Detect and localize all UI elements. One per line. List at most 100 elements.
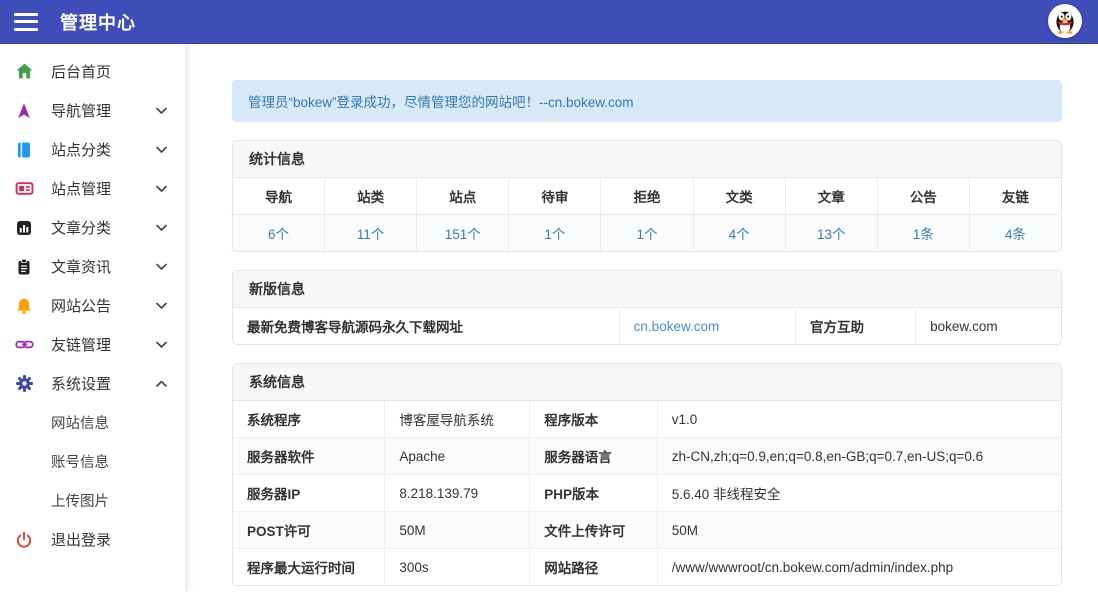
sidebar-item-label: 站点分类 <box>51 139 111 160</box>
site-path-value: /www/wwwroot/cn.bokew.com/admin/index.ph… <box>658 549 1061 585</box>
user-avatar[interactable] <box>1048 4 1082 38</box>
download-url-link[interactable]: cn.bokew.com <box>634 319 720 334</box>
server-language-label: 服务器语言 <box>530 438 658 474</box>
sidebar-item-site-manage[interactable]: 站点管理 <box>0 169 185 208</box>
statistics-value-row: 6个 11个 151个 1个 1个 4个 13个 1条 4条 <box>233 215 1061 251</box>
sidebar-item-label: 系统设置 <box>51 373 111 394</box>
table-row: 服务器软件 Apache 服务器语言 zh-CN,zh;q=0.9,en;q=0… <box>233 438 1061 475</box>
sidebar-item-site-category[interactable]: 站点分类 <box>0 130 185 169</box>
site-path-label: 网站路径 <box>530 549 658 585</box>
sidebar-subitem-label: 账号信息 <box>51 451 109 472</box>
server-language-value: zh-CN,zh;q=0.9,en;q=0.8,en-GB;q=0.7,en-U… <box>658 438 1061 474</box>
sidebar-item-label: 导航管理 <box>51 100 111 121</box>
stat-header: 导航 <box>233 178 325 215</box>
stat-value-site-class[interactable]: 11个 <box>325 215 417 251</box>
sidebar-item-label: 友链管理 <box>51 334 111 355</box>
max-runtime-value: 300s <box>385 549 530 585</box>
qq-penguin-icon <box>1050 6 1080 36</box>
program-version-label: 程序版本 <box>530 401 658 437</box>
php-version-value: 5.6.40 非线程安全 <box>658 475 1061 511</box>
official-help-label: 官方互助 <box>796 308 916 344</box>
stat-value-article-class[interactable]: 4个 <box>694 215 786 251</box>
statistics-card: 统计信息 导航 站类 站点 待审 拒绝 文类 文章 公告 友链 6个 11个 1… <box>232 140 1062 252</box>
chevron-up-icon <box>156 380 167 387</box>
stat-value-rejected[interactable]: 1个 <box>601 215 693 251</box>
sidebar-item-article-category[interactable]: 文章分类 <box>0 208 185 247</box>
sidebar-item-label: 站点管理 <box>51 178 111 199</box>
app-title: 管理中心 <box>60 9 136 35</box>
server-ip-label: 服务器IP <box>233 475 385 511</box>
stat-value-sites[interactable]: 151个 <box>417 215 509 251</box>
stat-header: 文类 <box>694 178 786 215</box>
clipboard-icon <box>14 257 34 277</box>
sidebar-item-label: 文章资讯 <box>51 256 111 277</box>
topbar: 管理中心 <box>0 0 1098 44</box>
table-row: 系统程序 博客屋导航系统 程序版本 v1.0 <box>233 401 1061 438</box>
stat-header: 站点 <box>417 178 509 215</box>
main-content: 管理员“bokew”登录成功，尽情管理您的网站吧！--cn.bokew.com … <box>185 0 1098 592</box>
stat-header: 拒绝 <box>601 178 693 215</box>
chevron-down-icon <box>156 224 167 231</box>
download-url-cell: cn.bokew.com <box>620 308 796 344</box>
login-success-alert: 管理员“bokew”登录成功，尽情管理您的网站吧！--cn.bokew.com <box>232 80 1062 122</box>
sidebar-item-logout[interactable]: 退出登录 <box>0 520 185 559</box>
post-limit-label: POST许可 <box>233 512 385 548</box>
post-limit-value: 50M <box>385 512 530 548</box>
table-row: 服务器IP 8.218.139.79 PHP版本 5.6.40 非线程安全 <box>233 475 1061 512</box>
chevron-down-icon <box>156 185 167 192</box>
version-card-title: 新版信息 <box>233 271 1061 308</box>
server-software-value: Apache <box>385 438 530 474</box>
stat-value-announcements[interactable]: 1条 <box>878 215 970 251</box>
server-software-label: 服务器软件 <box>233 438 385 474</box>
sidebar-subitem-upload-image[interactable]: 上传图片 <box>0 481 185 520</box>
server-ip-value: 8.218.139.79 <box>385 475 530 511</box>
system-program-label: 系统程序 <box>233 401 385 437</box>
sidebar-item-label: 文章分类 <box>51 217 111 238</box>
sidebar: 后台首页 导航管理 站点分类 站点管理 文章分类 <box>0 44 185 592</box>
stat-header: 友链 <box>970 178 1061 215</box>
sidebar-subitem-label: 网站信息 <box>51 412 109 433</box>
system-program-value: 博客屋导航系统 <box>385 401 530 437</box>
sidebar-item-friend-links[interactable]: 友链管理 <box>0 325 185 364</box>
chevron-down-icon <box>156 341 167 348</box>
upload-limit-value: 50M <box>658 512 1061 548</box>
statistics-header-row: 导航 站类 站点 待审 拒绝 文类 文章 公告 友链 <box>233 178 1061 215</box>
chevron-down-icon <box>156 146 167 153</box>
version-info-card: 新版信息 最新免费博客导航源码永久下载网址 cn.bokew.com 官方互助 … <box>232 270 1062 345</box>
stat-value-nav[interactable]: 6个 <box>233 215 325 251</box>
sidebar-item-label: 退出登录 <box>51 529 111 550</box>
link-chain-icon <box>14 335 34 355</box>
system-card-title: 系统信息 <box>233 364 1061 401</box>
bar-chart-icon <box>14 218 34 238</box>
chevron-down-icon <box>156 107 167 114</box>
home-icon <box>14 62 34 82</box>
sidebar-item-nav-manage[interactable]: 导航管理 <box>0 91 185 130</box>
stat-value-pending[interactable]: 1个 <box>509 215 601 251</box>
gear-icon <box>14 374 34 394</box>
power-icon <box>14 530 34 550</box>
system-info-card: 系统信息 系统程序 博客屋导航系统 程序版本 v1.0 服务器软件 Apache… <box>232 363 1062 586</box>
sidebar-item-article-news[interactable]: 文章资讯 <box>0 247 185 286</box>
book-icon <box>14 140 34 160</box>
sidebar-item-announcement[interactable]: 网站公告 <box>0 286 185 325</box>
card-list-icon <box>14 179 34 199</box>
sidebar-item-system-settings[interactable]: 系统设置 <box>0 364 185 403</box>
sidebar-subitem-site-info[interactable]: 网站信息 <box>0 403 185 442</box>
stat-header: 待审 <box>509 178 601 215</box>
sidebar-subitem-account-info[interactable]: 账号信息 <box>0 442 185 481</box>
statistics-card-title: 统计信息 <box>233 141 1061 178</box>
sidebar-item-label: 网站公告 <box>51 295 111 316</box>
download-url-label: 最新免费博客导航源码永久下载网址 <box>233 308 620 344</box>
stat-value-articles[interactable]: 13个 <box>786 215 878 251</box>
menu-toggle-icon[interactable] <box>14 12 40 32</box>
stat-header: 站类 <box>325 178 417 215</box>
stat-header: 文章 <box>786 178 878 215</box>
official-help-value: bokew.com <box>916 308 1061 344</box>
max-runtime-label: 程序最大运行时间 <box>233 549 385 585</box>
navigation-icon <box>14 101 34 121</box>
sidebar-item-label: 后台首页 <box>51 61 111 82</box>
sidebar-item-home[interactable]: 后台首页 <box>0 52 185 91</box>
stat-value-links[interactable]: 4条 <box>970 215 1061 251</box>
chevron-down-icon <box>156 302 167 309</box>
bell-icon <box>14 296 34 316</box>
